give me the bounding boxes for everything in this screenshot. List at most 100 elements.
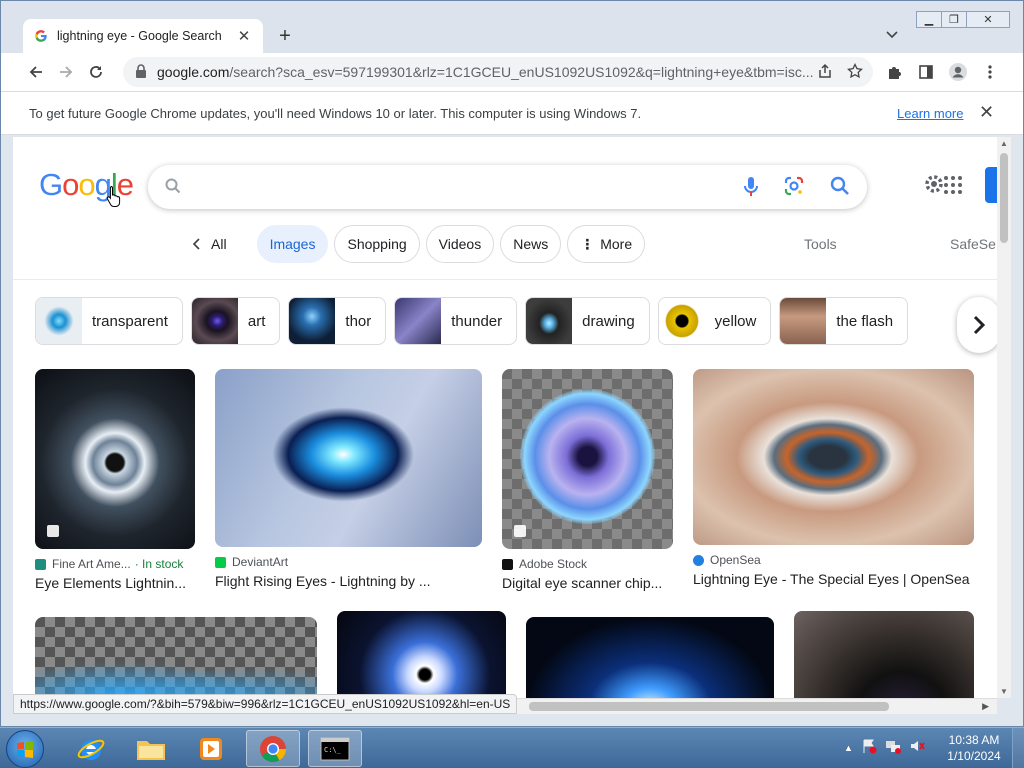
scroll-up-arrow-icon[interactable]: ▲ — [1000, 139, 1008, 148]
more-dots-icon: ⋮ — [580, 235, 595, 252]
media-player-taskbar-icon[interactable] — [184, 730, 238, 767]
chips-next-button[interactable] — [957, 297, 997, 353]
tab-images-label: Images — [269, 236, 316, 252]
profile-avatar-icon[interactable] — [945, 57, 971, 87]
chip-label: thor — [345, 312, 372, 330]
tab-search-chevron-icon[interactable] — [885, 27, 903, 45]
settings-gear-icon[interactable] — [923, 173, 945, 198]
forward-arrow-icon — [60, 66, 73, 78]
learn-more-link[interactable]: Learn more — [897, 106, 963, 121]
chip-thunder[interactable]: thunder — [394, 297, 518, 345]
result-thumbnail — [502, 369, 673, 549]
update-infobar: To get future Google Chrome updates, you… — [1, 91, 1023, 135]
safesearch-button[interactable]: SafeSe — [950, 236, 996, 252]
window-controls: ▁ ❐ ✕ — [916, 11, 1010, 28]
start-button[interactable] — [6, 730, 44, 768]
file-explorer-taskbar-icon[interactable] — [124, 730, 178, 767]
source-favicon-icon — [215, 556, 226, 568]
close-window-button[interactable]: ✕ — [966, 11, 1010, 28]
chip-drawing[interactable]: drawing — [525, 297, 650, 345]
reload-button[interactable] — [81, 57, 111, 87]
chip-yellow[interactable]: yellow — [657, 297, 772, 345]
action-center-flag-icon[interactable] — [861, 738, 877, 757]
internet-explorer-taskbar-icon[interactable] — [64, 730, 118, 767]
chip-transparent[interactable]: transparent — [35, 297, 183, 345]
google-lens-icon[interactable] — [783, 175, 805, 202]
system-tray: ▲ — [844, 738, 925, 757]
chip-label: the flash — [836, 312, 894, 330]
url-text: google.com/search?sca_esv=597199301&rlz=… — [157, 64, 817, 80]
search-submit-icon[interactable] — [829, 175, 851, 202]
maximize-button[interactable]: ❐ — [941, 11, 967, 28]
address-bar[interactable]: google.com/search?sca_esv=597199301&rlz=… — [123, 57, 873, 87]
image-result[interactable] — [526, 617, 774, 698]
result-title: Eye Elements Lightnin... — [35, 575, 186, 591]
search-box[interactable] — [148, 165, 867, 209]
shopping-tag-icon — [47, 525, 59, 537]
tab-images[interactable]: Images — [256, 225, 329, 263]
svg-text:C:\_: C:\_ — [324, 746, 342, 754]
lock-icon — [135, 63, 149, 81]
scroll-right-arrow-icon[interactable]: ▶ — [982, 701, 989, 712]
share-icon[interactable] — [817, 63, 833, 82]
sign-in-button[interactable] — [985, 167, 997, 203]
windows-logo-icon — [17, 741, 33, 758]
bookmark-star-icon[interactable] — [847, 62, 863, 82]
source-name: OpenSea — [710, 553, 761, 567]
image-result[interactable]: DeviantArt Flight Rising Eyes - Lightnin… — [215, 369, 482, 589]
tab-title: lightning eye - Google Search — [57, 29, 222, 43]
h-scrollbar-thumb[interactable] — [529, 702, 889, 711]
tools-button[interactable]: Tools — [804, 236, 837, 252]
google-apps-grid-icon[interactable] — [943, 175, 963, 198]
scroll-down-arrow-icon[interactable]: ▼ — [1000, 687, 1008, 696]
close-infobar-icon[interactable]: ✕ — [979, 102, 994, 123]
tab-shopping[interactable]: Shopping — [334, 225, 420, 263]
image-result[interactable]: Fine Art Ame... · In stock Eye Elements L… — [35, 369, 195, 591]
show-hidden-icons-icon[interactable]: ▲ — [844, 743, 853, 753]
search-magnifier-icon — [164, 177, 182, 198]
chip-thumbnail — [395, 298, 442, 344]
image-result[interactable] — [35, 617, 317, 698]
minimize-button[interactable]: ▁ — [916, 11, 942, 28]
tab-news[interactable]: News — [500, 225, 562, 263]
side-panel-icon[interactable] — [913, 57, 939, 87]
chip-the-flash[interactable]: the flash — [779, 297, 909, 345]
forward-button[interactable] — [51, 57, 81, 87]
image-result[interactable] — [337, 611, 506, 698]
image-result[interactable]: OpenSea Lightning Eye - The Special Eyes… — [693, 369, 974, 587]
network-icon[interactable] — [885, 738, 901, 757]
tab-all[interactable]: All — [181, 225, 237, 263]
chip-thumbnail — [658, 298, 705, 344]
browser-tab[interactable]: lightning eye - Google Search ✕ — [23, 19, 263, 53]
vertical-scrollbar[interactable]: ▲ ▼ — [997, 137, 1011, 698]
chrome-taskbar-icon[interactable] — [246, 730, 300, 767]
taskbar-clock[interactable]: 10:38 AM 1/10/2024 — [944, 732, 1004, 764]
chip-label: thunder — [451, 312, 503, 330]
source-favicon-icon — [693, 554, 704, 566]
show-desktop-button[interactable] — [1012, 728, 1024, 768]
chip-thor[interactable]: thor — [288, 297, 387, 345]
lightning-glow — [35, 647, 317, 698]
image-result[interactable] — [794, 611, 974, 698]
tab-more[interactable]: ⋮ More — [567, 225, 646, 263]
chevron-right-icon — [973, 315, 986, 335]
chip-art[interactable]: art — [190, 297, 281, 345]
scrollbar-thumb[interactable] — [1000, 153, 1008, 243]
chrome-menu-icon[interactable] — [977, 57, 1003, 87]
voice-search-mic-icon[interactable] — [743, 175, 759, 202]
extensions-puzzle-icon[interactable] — [881, 57, 907, 87]
chip-label: transparent — [92, 312, 168, 330]
close-tab-icon[interactable]: ✕ — [235, 27, 253, 45]
volume-muted-icon[interactable] — [909, 738, 925, 757]
new-tab-button[interactable]: + — [273, 25, 297, 47]
logo-letter: o — [62, 167, 79, 202]
iris-shape — [520, 389, 655, 524]
back-button[interactable] — [21, 57, 51, 87]
result-title: Digital eye scanner chip... — [502, 575, 663, 591]
source-favicon-icon — [502, 558, 513, 570]
status-bar-url: https://www.google.com/?&bih=579&biw=996… — [13, 694, 518, 714]
command-prompt-taskbar-icon[interactable]: C:\_ — [308, 730, 362, 767]
image-result[interactable]: Adobe Stock Digital eye scanner chip... — [502, 369, 673, 591]
tab-videos[interactable]: Videos — [425, 225, 495, 263]
chevron-left-icon — [192, 238, 200, 250]
